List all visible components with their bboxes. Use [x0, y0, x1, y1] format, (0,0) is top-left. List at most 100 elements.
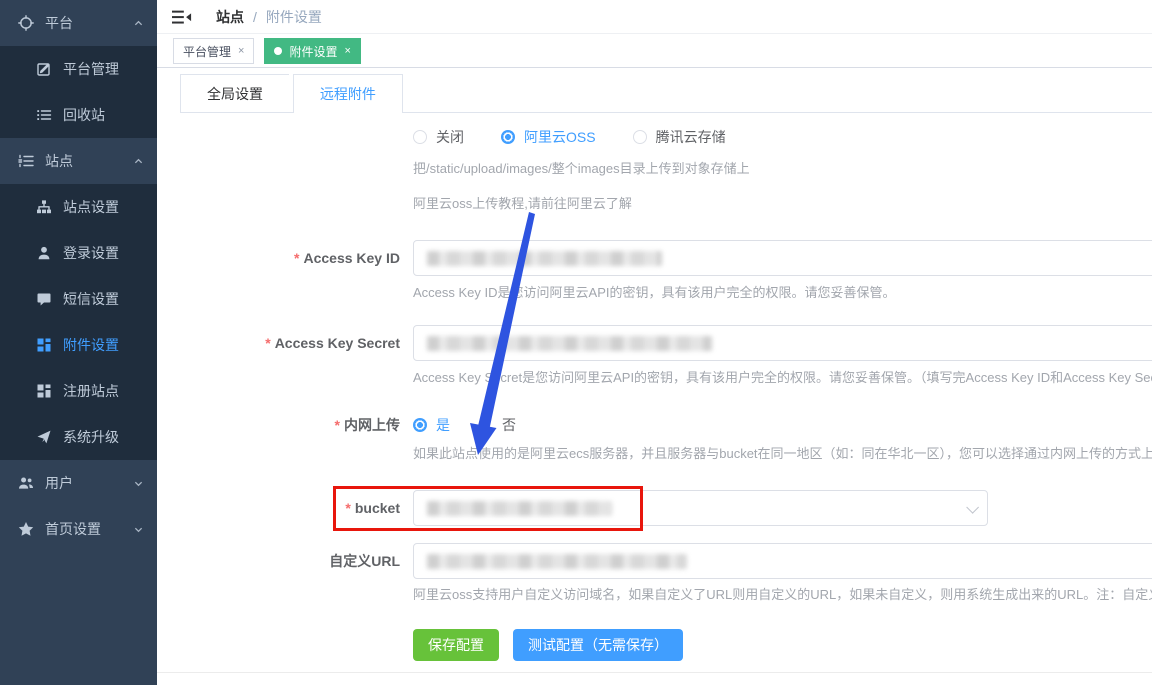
tags-view-bar: 平台管理 × 附件设置 × [157, 35, 1152, 68]
radio-icon [413, 418, 427, 432]
radio-tencent-cos[interactable]: 腾讯云存储 [633, 127, 726, 147]
bucket-label: *bucket [157, 490, 400, 526]
sidebar-section-users[interactable]: 用户 [0, 460, 157, 506]
sidebar-item-label: 系统升级 [63, 427, 119, 447]
sidebar-item-label: 注册站点 [63, 381, 119, 401]
redacted-value [427, 336, 712, 351]
custom-url-label: 自定义URL [157, 543, 400, 579]
chevron-up-icon [134, 157, 143, 166]
radio-yes[interactable]: 是 [413, 415, 450, 435]
breadcrumb: 站点 / 附件设置 [216, 7, 322, 27]
tab-label: 全局设置 [207, 84, 263, 104]
user-icon [36, 245, 52, 261]
required-asterisk: * [345, 500, 350, 516]
platform-icon [18, 15, 34, 31]
bucket-select[interactable] [413, 490, 988, 526]
sidebar-section-homepage-settings[interactable]: 首页设置 [0, 506, 157, 552]
radio-label: 腾讯云存储 [656, 127, 726, 147]
tag-label: 平台管理 [183, 43, 231, 60]
radio-label: 关闭 [436, 127, 464, 147]
sidebar-item-attachment-settings[interactable]: 附件设置 [0, 322, 157, 368]
radio-aliyun-oss[interactable]: 阿里云OSS [501, 127, 596, 147]
sidebar-item-label: 短信设置 [63, 289, 119, 309]
required-asterisk: * [265, 335, 270, 351]
required-asterisk: * [335, 417, 340, 433]
tab-label: 远程附件 [320, 84, 376, 104]
sidebar-item-site-settings[interactable]: 站点设置 [0, 184, 157, 230]
sidebar-section-platform[interactable]: 平台 [0, 0, 157, 46]
breadcrumb-site[interactable]: 站点 [216, 7, 244, 27]
chevron-down-icon [134, 479, 143, 488]
intranet-upload-radio-group: 是 否 [413, 407, 516, 443]
sidebar-item-label: 回收站 [63, 105, 105, 125]
radio-icon [413, 130, 427, 144]
intranet-upload-help: 如果此站点使用的是阿里云ecs服务器，并且服务器与bucket在同一地区（如：同… [413, 443, 1152, 462]
close-icon[interactable]: × [238, 46, 244, 57]
main-content: 站点 / 附件设置 平台管理 × 附件设置 × 全局设置 远程附件 关闭 [157, 0, 1152, 685]
sidebar-item-system-upgrade[interactable]: 系统升级 [0, 414, 157, 460]
chevron-up-icon [134, 19, 143, 28]
users-icon [18, 475, 34, 491]
access-key-id-help: Access Key ID是您访问阿里云API的密钥，具有该用户完全的权限。请您… [413, 282, 895, 301]
chevron-down-icon [134, 525, 143, 534]
sidebar-item-label: 平台管理 [63, 59, 119, 79]
redacted-value [427, 501, 612, 516]
grid-icon [36, 337, 52, 353]
save-config-button[interactable]: 保存配置 [413, 629, 499, 661]
sidebar-section-label: 首页设置 [45, 519, 101, 539]
custom-url-help: 阿里云oss支持用户自定义访问域名，如果自定义了URL则用自定义的URL，如果未… [413, 584, 1152, 603]
storage-hint-1: 把/static/upload/images/整个images目录上传到对象存储… [413, 158, 750, 177]
test-config-button[interactable]: 测试配置（无需保存） [513, 629, 683, 661]
hamburger-icon[interactable] [172, 9, 192, 25]
paper-plane-icon [36, 429, 52, 445]
access-key-secret-help: Access Key Secret是您访问阿里云API的密钥，具有该用户完全的权… [413, 367, 1152, 386]
radio-label: 阿里云OSS [524, 127, 596, 147]
intranet-upload-label: *内网上传 [157, 407, 400, 443]
sidebar-section-label: 用户 [45, 473, 73, 493]
sidebar-section-site[interactable]: 站点 [0, 138, 157, 184]
radio-no[interactable]: 否 [502, 415, 516, 435]
redacted-value [427, 554, 687, 569]
radio-close[interactable]: 关闭 [413, 127, 464, 147]
access-key-id-label: *Access Key ID [157, 240, 400, 276]
grid-icon [36, 383, 52, 399]
sidebar-item-label: 附件设置 [63, 335, 119, 355]
radio-label: 否 [502, 415, 516, 435]
star-icon [18, 521, 34, 537]
sidebar-item-recycle-bin[interactable]: 回收站 [0, 92, 157, 138]
message-icon [36, 291, 52, 307]
edit-icon [36, 61, 52, 77]
sidebar: 平台 平台管理 回收站 站点 站点设置 登录设置 短信 [0, 0, 157, 685]
sidebar-section-label: 站点 [45, 151, 73, 171]
storage-hint-2: 阿里云oss上传教程,请前往阿里云了解 [413, 193, 632, 212]
required-asterisk: * [294, 250, 299, 266]
access-key-secret-label: *Access Key Secret [157, 325, 400, 361]
sidebar-item-label: 登录设置 [63, 243, 119, 263]
sidebar-item-login-settings[interactable]: 登录设置 [0, 230, 157, 276]
storage-type-radio-group: 关闭 阿里云OSS 腾讯云存储 [413, 127, 726, 147]
radio-label: 是 [436, 415, 450, 435]
tag-platform-manage[interactable]: 平台管理 × [173, 38, 254, 64]
sitemap-icon [36, 199, 52, 215]
close-icon[interactable]: × [344, 46, 350, 57]
sidebar-item-sms-settings[interactable]: 短信设置 [0, 276, 157, 322]
active-dot [274, 47, 282, 55]
tab-global-settings[interactable]: 全局设置 [180, 74, 289, 112]
access-key-id-input[interactable] [413, 240, 1152, 276]
radio-icon [501, 130, 515, 144]
breadcrumb-attachment-settings: 附件设置 [266, 7, 322, 27]
tag-label: 附件设置 [289, 43, 337, 60]
chevron-down-icon [966, 501, 979, 514]
access-key-secret-input[interactable] [413, 325, 1152, 361]
sidebar-section-label: 平台 [45, 13, 73, 33]
radio-icon [633, 130, 647, 144]
tab-bar: 全局设置 远程附件 [180, 74, 1152, 113]
sidebar-item-platform-manage[interactable]: 平台管理 [0, 46, 157, 92]
navbar: 站点 / 附件设置 [157, 0, 1152, 34]
tab-remote-attachments[interactable]: 远程附件 [293, 74, 403, 113]
custom-url-input[interactable] [413, 543, 1152, 579]
tag-attachment-settings[interactable]: 附件设置 × [264, 38, 360, 64]
content-bottom-divider [157, 672, 1152, 673]
sidebar-item-register-site[interactable]: 注册站点 [0, 368, 157, 414]
breadcrumb-separator: / [253, 9, 257, 25]
